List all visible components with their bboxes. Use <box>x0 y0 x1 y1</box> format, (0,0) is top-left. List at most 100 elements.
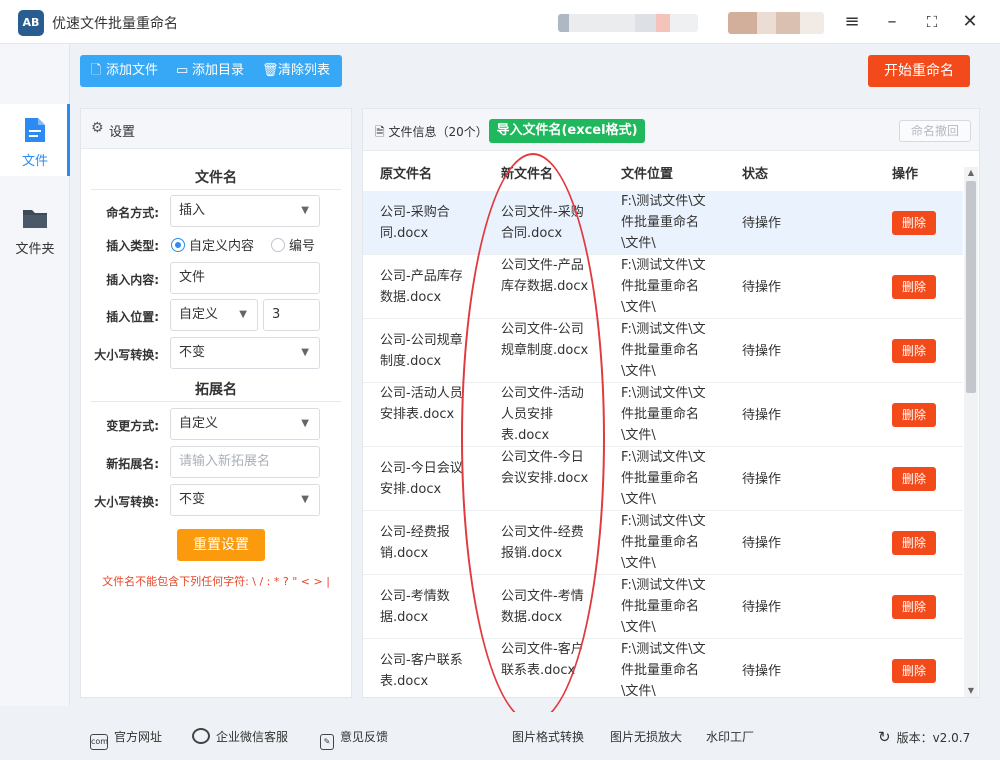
naming-mode-value: 插入 <box>179 203 206 218</box>
settings-header: ⚙ 设置 <box>81 109 351 149</box>
delete-button[interactable]: 删除 <box>892 211 936 235</box>
delete-button[interactable]: 删除 <box>892 659 936 683</box>
clear-list-button[interactable]: 🗑清除列表 <box>262 55 330 87</box>
new-ext-label: 新拓展名: <box>106 457 159 471</box>
col-action: 操作 <box>892 167 919 182</box>
cell-new-name: 公司文件-采购合同.docx <box>501 205 584 241</box>
wechat-service-link[interactable]: 企业微信客服 <box>192 728 288 745</box>
chevron-down-icon: ▼ <box>301 347 309 358</box>
cell-original-name: 公司-客户联系表.docx <box>380 653 463 689</box>
ext-case-convert-select[interactable]: 不变 ▼ <box>170 484 320 516</box>
delete-button[interactable]: 删除 <box>892 531 936 555</box>
import-excel-button[interactable]: 导入文件名(excel格式) <box>489 119 645 143</box>
version-info[interactable]: ↻ 版本：v2.0.7 <box>878 728 970 746</box>
feedback-link[interactable]: ✎ 意见反馈 <box>320 728 388 750</box>
clear-list-label: 清除列表 <box>278 63 331 78</box>
cell-status: 待操作 <box>742 472 782 487</box>
scroll-up-icon[interactable]: ▲ <box>964 167 978 179</box>
undo-rename-button[interactable]: 命名撤回 <box>899 120 971 142</box>
change-mode-select[interactable]: 自定义 ▼ <box>170 408 320 440</box>
case-convert-label: 大小写转换: <box>94 348 159 362</box>
insert-content-input[interactable]: 文件 <box>170 262 320 294</box>
col-status: 状态 <box>742 167 769 182</box>
start-rename-button[interactable]: 开始重命名 <box>868 55 970 87</box>
file-info-count: 文件信息（20个） <box>388 125 488 139</box>
minimize-icon[interactable]: – <box>880 10 904 34</box>
img-enlarge-link[interactable]: 图片无损放大 <box>610 728 682 745</box>
nav-label-file: 文件 <box>21 154 48 169</box>
file-rows: 公司-采购合同.docx 公司文件-采购合同.docx F:\测试文件\文件批量… <box>363 191 963 697</box>
cell-location: F:\测试文件\文件批量重命名\文件\ <box>621 194 706 251</box>
cell-status: 待操作 <box>742 536 782 551</box>
delete-button[interactable]: 删除 <box>892 275 936 299</box>
delete-button[interactable]: 删除 <box>892 467 936 491</box>
table-row[interactable]: 公司-今日会议安排.docx 公司文件-今日会议安排.docx F:\测试文件\… <box>363 447 963 511</box>
case-convert-select[interactable]: 不变 ▼ <box>170 337 320 369</box>
add-dir-button[interactable]: ▭ 添加目录 <box>176 55 244 87</box>
add-file-button[interactable]: 🗋 添加文件 <box>90 55 158 87</box>
table-row[interactable]: 公司-采购合同.docx 公司文件-采购合同.docx F:\测试文件\文件批量… <box>363 191 963 255</box>
cell-original-name: 公司-公司规章制度.docx <box>380 333 463 369</box>
table-row[interactable]: 公司-经费报销.docx 公司文件-经费报销.docx F:\测试文件\文件批量… <box>363 511 963 575</box>
cell-status: 待操作 <box>742 280 782 295</box>
divider <box>91 401 341 402</box>
delete-button[interactable]: 删除 <box>892 595 936 619</box>
file-icon <box>25 118 45 142</box>
scroll-thumb[interactable] <box>966 181 976 393</box>
cell-location: F:\测试文件\文件批量重命名\文件\ <box>621 386 706 443</box>
delete-button[interactable]: 删除 <box>892 403 936 427</box>
blurred-account-info <box>558 14 698 32</box>
website-label: 官方网址 <box>114 730 163 744</box>
folder-icon <box>23 210 47 228</box>
vertical-scrollbar[interactable]: ▲ ▼ <box>964 167 978 697</box>
title-bar: AB 优速文件批量重命名 ≡ – ⛶ ✕ <box>0 0 1000 44</box>
table-row[interactable]: 公司-活动人员安排表.docx 公司文件-活动人员安排表.docx F:\测试文… <box>363 383 963 447</box>
settings-panel: ⚙ 设置 文件名 命名方式: 插入 ▼ 插入类型: 自定义内容 编号 插入内容:… <box>80 108 352 698</box>
trash-icon: 🗑 <box>262 63 279 78</box>
change-mode-value: 自定义 <box>179 416 219 431</box>
close-icon[interactable]: ✕ <box>958 10 982 34</box>
menu-icon[interactable]: ≡ <box>840 10 864 34</box>
nav-label-folder: 文件夹 <box>15 242 55 257</box>
radio-custom-content-label: 自定义内容 <box>189 239 255 254</box>
ext-case-convert-label: 大小写转换: <box>94 495 159 509</box>
nav-item-file[interactable]: 文件 <box>0 104 70 176</box>
wechat-icon <box>192 728 210 744</box>
cell-status: 待操作 <box>742 216 782 231</box>
radio-custom-content[interactable]: 自定义内容 <box>171 235 254 254</box>
cell-original-name: 公司-经费报销.docx <box>380 525 450 561</box>
feedback-label: 意见反馈 <box>340 730 389 744</box>
insert-position-select[interactable]: 自定义 ▼ <box>170 299 258 331</box>
file-info-title: 🗎 文件信息（20个） <box>375 123 488 144</box>
insert-content-label: 插入内容: <box>106 273 159 287</box>
cell-original-name: 公司-采购合同.docx <box>380 205 450 241</box>
col-location: 文件位置 <box>621 167 674 182</box>
table-row[interactable]: 公司-考情数据.docx 公司文件-考情数据.docx F:\测试文件\文件批量… <box>363 575 963 639</box>
insert-position-label: 插入位置: <box>106 310 159 324</box>
nav-item-folder[interactable]: 文件夹 <box>0 192 70 264</box>
case-convert-value: 不变 <box>179 345 206 360</box>
table-row[interactable]: 公司-产品库存数据.docx 公司文件-产品库存数据.docx F:\测试文件\… <box>363 255 963 319</box>
radio-number[interactable]: 编号 <box>271 235 315 254</box>
new-ext-input[interactable]: 请输入新拓展名 <box>170 446 320 478</box>
scroll-down-icon[interactable]: ▼ <box>964 685 978 697</box>
delete-button[interactable]: 删除 <box>892 339 936 363</box>
cell-location: F:\测试文件\文件批量重命名\文件\ <box>621 578 706 635</box>
table-row[interactable]: 公司-客户联系表.docx 公司文件-客户联系表.docx F:\测试文件\文件… <box>363 639 963 697</box>
col-new-name: 新文件名 <box>501 167 554 182</box>
footer-bar: com 官方网址 企业微信客服 ✎ 意见反馈 图片格式转换 图片无损放大 水印工厂 … <box>0 712 1000 760</box>
watermark-link[interactable]: 水印工厂 <box>706 728 754 745</box>
naming-mode-select[interactable]: 插入 ▼ <box>170 195 320 227</box>
col-original-name: 原文件名 <box>380 167 433 182</box>
reset-settings-button[interactable]: 重置设置 <box>177 529 265 561</box>
filename-section-title: 文件名 <box>195 170 237 186</box>
maximize-icon[interactable]: ⛶ <box>920 10 944 34</box>
feedback-icon: ✎ <box>320 734 334 750</box>
cell-original-name: 公司-活动人员安排表.docx <box>380 386 463 422</box>
table-row[interactable]: 公司-公司规章制度.docx 公司文件-公司规章制度.docx F:\测试文件\… <box>363 319 963 383</box>
cell-location: F:\测试文件\文件批量重命名\文件\ <box>621 450 706 507</box>
img-convert-link[interactable]: 图片格式转换 <box>512 728 584 745</box>
left-nav: 文件 文件夹 <box>0 44 70 706</box>
website-link[interactable]: com 官方网址 <box>90 728 162 750</box>
insert-position-number-input[interactable]: 3 <box>263 299 320 331</box>
